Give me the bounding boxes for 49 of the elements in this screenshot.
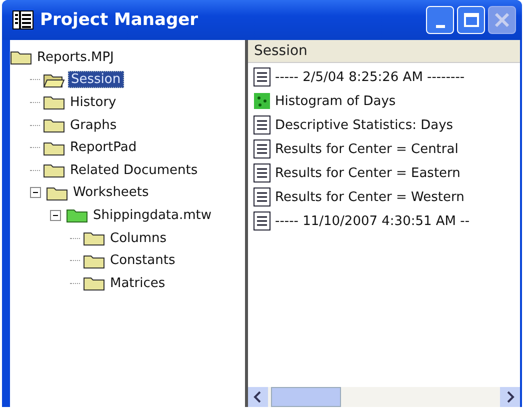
output-entry[interactable]: ----- 11/10/2007 4:30:51 AM -- xyxy=(275,214,470,228)
scroll-left-button[interactable] xyxy=(248,387,268,407)
close-button[interactable] xyxy=(488,6,516,34)
minimize-button[interactable] xyxy=(426,6,454,34)
folder-icon xyxy=(83,275,105,292)
tree-item[interactable]: Columns xyxy=(108,230,169,246)
collapse-toggle[interactable] xyxy=(50,210,61,221)
folder-icon xyxy=(83,252,105,269)
document-icon xyxy=(253,67,271,87)
folder-icon xyxy=(46,184,68,201)
folder-icon xyxy=(43,117,65,134)
graph-icon xyxy=(253,92,271,110)
folder-icon xyxy=(43,94,65,110)
open-folder-icon xyxy=(43,72,65,88)
document-icon xyxy=(253,187,271,207)
minimize-icon xyxy=(436,24,444,28)
tree-item[interactable]: Worksheets xyxy=(71,185,151,200)
scroll-right-button[interactable] xyxy=(500,387,520,407)
document-icon xyxy=(253,139,271,159)
folder-icon xyxy=(10,49,32,66)
output-entry[interactable]: Results for Center = Central xyxy=(275,142,458,156)
tree-item[interactable]: Reports.MPJ xyxy=(35,50,116,65)
tree-item[interactable]: Session xyxy=(68,71,124,88)
tree-item[interactable]: History xyxy=(68,94,118,110)
output-entry[interactable]: Histogram of Days xyxy=(275,94,396,108)
maximize-button[interactable] xyxy=(457,6,485,34)
output-entry[interactable]: Descriptive Statistics: Days xyxy=(275,118,454,132)
document-icon xyxy=(253,211,271,231)
tree-item[interactable]: Graphs xyxy=(68,118,119,133)
horizontal-scrollbar[interactable] xyxy=(248,387,520,407)
collapse-toggle[interactable] xyxy=(30,187,41,198)
output-entry[interactable]: ----- 2/5/04 8:25:26 AM -------- xyxy=(275,70,465,84)
column-header: Session xyxy=(248,40,520,63)
folder-icon xyxy=(43,140,65,156)
tree-item[interactable]: Shippingdata.mtw xyxy=(91,208,214,223)
document-icon xyxy=(253,115,271,135)
window-title: Project Manager xyxy=(40,10,200,30)
document-icon xyxy=(253,163,271,183)
scrollbar-thumb[interactable] xyxy=(271,387,341,407)
worksheet-icon xyxy=(66,207,88,224)
folder-icon xyxy=(83,230,105,246)
output-entry[interactable]: Results for Center = Eastern xyxy=(275,166,460,180)
tree-item[interactable]: Constants xyxy=(108,253,178,268)
tree-item[interactable]: Matrices xyxy=(108,276,168,291)
tree-item[interactable]: ReportPad xyxy=(68,140,139,156)
app-icon xyxy=(12,10,34,30)
tree-item[interactable]: Related Documents xyxy=(68,162,200,178)
output-entry[interactable]: Results for Center = Western xyxy=(275,190,464,204)
folder-icon xyxy=(43,162,65,178)
